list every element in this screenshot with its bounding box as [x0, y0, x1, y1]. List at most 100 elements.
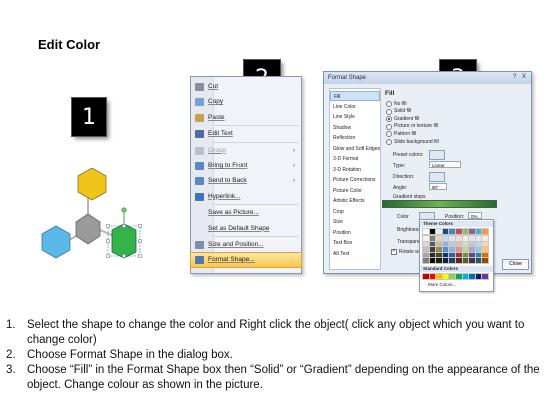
nav-item-artistic-effects[interactable]: Artistic Effects — [330, 196, 380, 206]
color-swatch[interactable] — [428, 251, 437, 259]
color-swatch[interactable] — [454, 251, 463, 259]
color-swatch[interactable] — [468, 228, 477, 235]
direction-dropdown[interactable] — [429, 172, 445, 182]
color-swatch[interactable] — [422, 228, 430, 235]
type-dropdown[interactable]: Linear — [429, 161, 461, 168]
rotate-with-shape-checkbox[interactable]: ✓ — [391, 248, 397, 255]
color-swatch[interactable] — [435, 257, 444, 265]
hexagon-left-shape[interactable] — [41, 225, 71, 259]
color-swatch[interactable] — [422, 240, 430, 248]
fill-option-radio[interactable] — [386, 116, 392, 123]
color-swatch[interactable] — [422, 246, 430, 254]
color-swatch[interactable] — [441, 257, 450, 265]
menu-item-copy[interactable]: Copy — [191, 95, 301, 109]
color-swatch[interactable] — [435, 240, 444, 248]
fill-option-radio[interactable] — [386, 139, 392, 145]
color-swatch[interactable] — [454, 246, 463, 254]
color-swatch[interactable] — [454, 235, 463, 242]
hexagon-top-shape[interactable] — [77, 168, 107, 201]
menu-item-hyperlink[interactable]: Hyperlink... — [191, 190, 301, 204]
menu-item-cut[interactable]: Cut — [191, 80, 301, 94]
color-swatch[interactable] — [441, 240, 450, 248]
color-swatch[interactable] — [428, 257, 437, 265]
color-swatch[interactable] — [428, 228, 437, 235]
nav-item-fill[interactable]: Fill — [330, 91, 380, 101]
color-swatch[interactable] — [435, 273, 444, 280]
color-swatch[interactable] — [454, 240, 463, 248]
nav-item-text-box[interactable]: Text Box — [330, 238, 380, 248]
menu-item-group[interactable]: Group › — [191, 144, 301, 158]
nav-item-alt-text[interactable]: Alt Text — [330, 249, 380, 259]
color-swatch[interactable] — [461, 246, 470, 254]
color-swatch[interactable] — [481, 251, 490, 259]
nav-item-position[interactable]: Position — [330, 228, 380, 238]
fill-option-radio[interactable] — [386, 131, 392, 138]
color-swatch[interactable] — [461, 251, 470, 259]
color-swatch[interactable] — [428, 235, 437, 242]
nav-item-picture-color[interactable]: Picture Color — [330, 186, 380, 196]
color-swatch[interactable] — [481, 240, 490, 248]
color-swatch[interactable] — [461, 235, 470, 242]
color-swatch[interactable] — [435, 246, 444, 254]
color-swatch[interactable] — [468, 246, 477, 254]
color-swatch[interactable] — [441, 235, 450, 242]
color-swatch[interactable] — [435, 235, 444, 242]
nav-item-picture-corrections[interactable]: Picture Corrections — [330, 175, 380, 185]
more-colors-link[interactable]: More Colors... — [428, 282, 456, 287]
menu-item-paste[interactable]: Paste — [191, 111, 301, 125]
nav-item-shadow[interactable]: Shadow — [330, 123, 380, 133]
color-swatch[interactable] — [422, 235, 430, 242]
menu-item-edit-text[interactable]: Edit Text — [191, 127, 301, 141]
hexagon-center-shape[interactable] — [75, 213, 101, 245]
color-swatch[interactable] — [481, 257, 490, 265]
color-swatch[interactable] — [441, 246, 450, 254]
dialog-title-bar[interactable]: Format Shape — [324, 72, 531, 84]
nav-item-glow-and-soft-edges[interactable]: Glow and Soft Edges — [330, 144, 380, 154]
color-swatch[interactable] — [422, 257, 430, 265]
menu-item-format-shape[interactable]: Format Shape... — [190, 252, 302, 269]
color-swatch[interactable] — [422, 251, 430, 259]
position-input[interactable]: 0% — [468, 212, 482, 219]
color-swatch[interactable] — [435, 251, 444, 259]
nav-item-crop[interactable]: Crop — [330, 207, 380, 217]
color-swatch[interactable] — [448, 251, 457, 259]
nav-item-reflection[interactable]: Reflection — [330, 133, 380, 143]
color-swatch[interactable] — [448, 240, 457, 248]
close-button[interactable]: Close — [502, 259, 529, 270]
color-swatch[interactable] — [474, 257, 483, 265]
color-swatch[interactable] — [468, 240, 477, 248]
fill-option-radio[interactable] — [386, 101, 392, 107]
color-swatch[interactable] — [474, 235, 483, 242]
color-swatch[interactable] — [441, 228, 450, 235]
nav-item-line-style[interactable]: Line Style — [330, 112, 380, 122]
color-swatch[interactable] — [454, 273, 463, 280]
color-swatch[interactable] — [481, 228, 490, 235]
preset-colors-dropdown[interactable] — [429, 150, 445, 160]
nav-item-3-d-format[interactable]: 3-D Format — [330, 154, 380, 164]
selected-shape[interactable] — [106, 207, 142, 259]
color-swatch[interactable] — [468, 273, 477, 280]
color-swatch[interactable] — [448, 246, 457, 254]
color-swatch[interactable] — [454, 228, 463, 235]
color-swatch[interactable] — [428, 240, 437, 248]
window-buttons[interactable]: ? X — [513, 74, 528, 80]
color-swatch[interactable] — [468, 257, 477, 265]
color-swatch[interactable] — [481, 246, 490, 254]
color-swatch[interactable] — [422, 273, 430, 280]
angle-input[interactable]: 90° — [429, 183, 447, 190]
color-swatch[interactable] — [454, 257, 463, 265]
color-swatch[interactable] — [481, 235, 490, 242]
color-swatch[interactable] — [461, 273, 470, 280]
color-swatch[interactable] — [428, 273, 437, 280]
gradient-stops-slider[interactable] — [382, 200, 497, 208]
color-swatch[interactable] — [468, 251, 477, 259]
menu-item-set-as-default-shape[interactable]: Set as Default Shape — [191, 222, 301, 236]
color-swatch[interactable] — [448, 257, 457, 265]
color-swatch[interactable] — [441, 273, 450, 280]
menu-item-bring-to-front[interactable]: Bring to Front › — [191, 159, 301, 173]
color-swatch[interactable] — [474, 246, 483, 254]
color-swatch[interactable] — [428, 246, 437, 254]
color-swatch[interactable] — [461, 228, 470, 235]
nav-item-size[interactable]: Size — [330, 217, 380, 227]
color-swatch[interactable] — [468, 235, 477, 242]
